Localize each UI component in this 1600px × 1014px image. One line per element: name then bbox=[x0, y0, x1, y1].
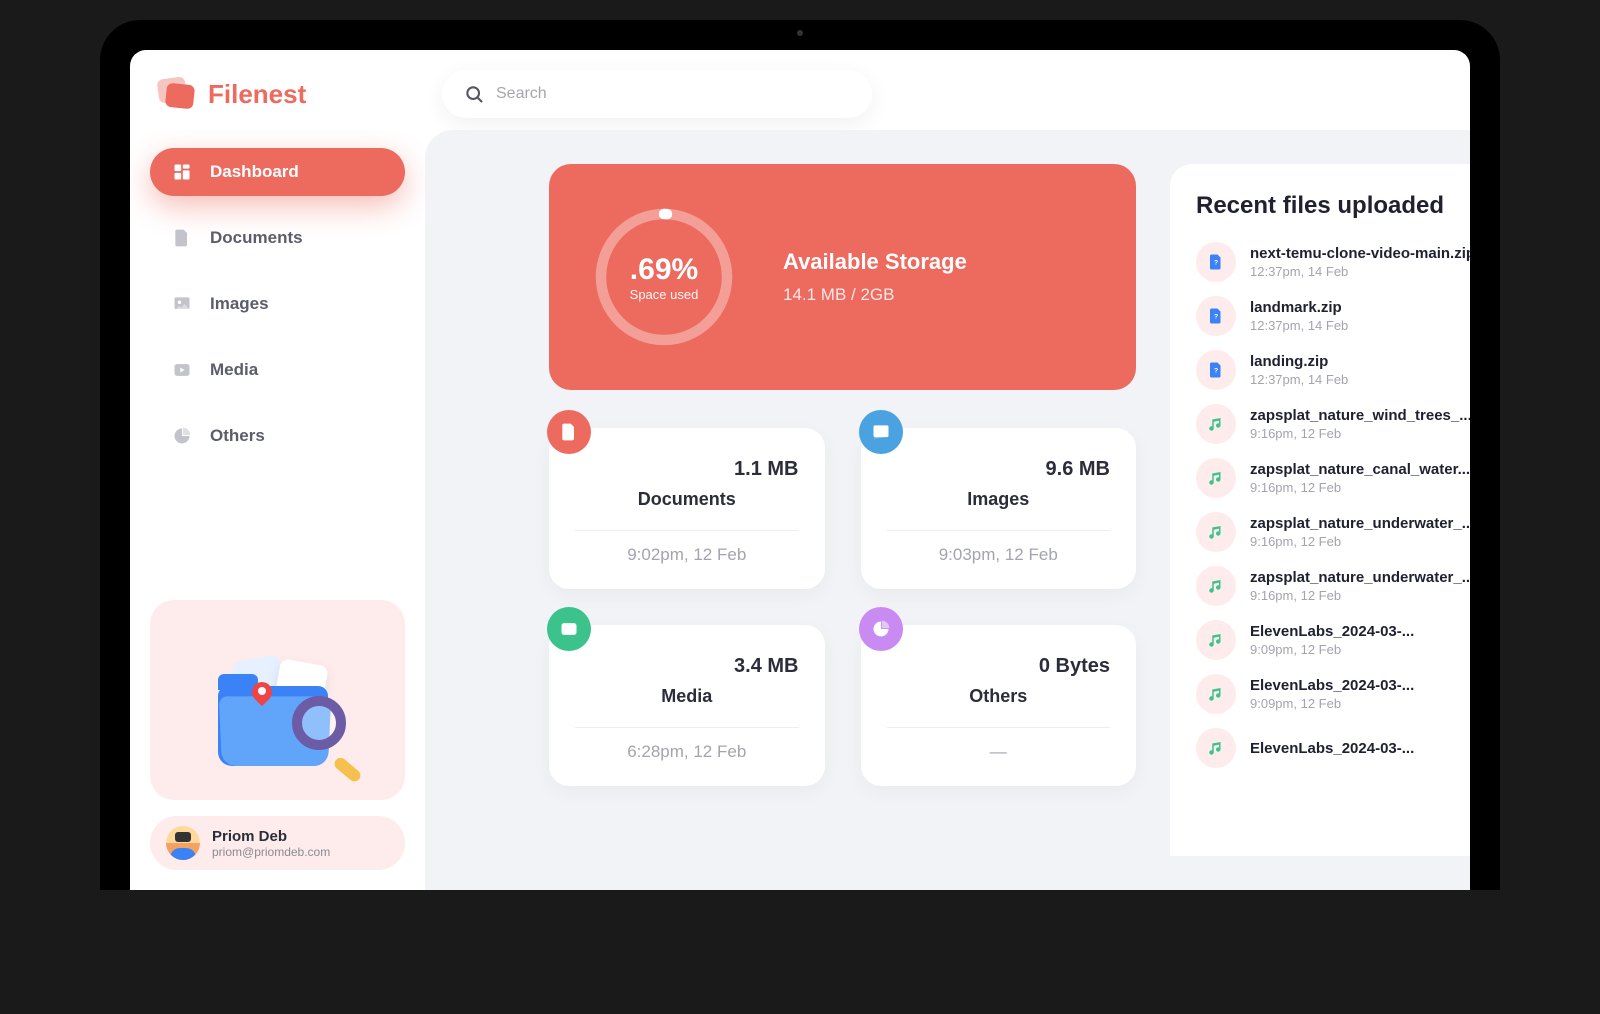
recent-panel: Recent files uploaded ? next-temu-clone-v… bbox=[1170, 164, 1470, 856]
recent-file-name: zapsplat_nature_wind_trees_... bbox=[1250, 407, 1470, 424]
recent-file-time: 9:16pm, 12 Feb bbox=[1250, 480, 1470, 495]
recent-item[interactable]: ElevenLabs_2024-03-... bbox=[1196, 728, 1470, 768]
svg-text:?: ? bbox=[1214, 367, 1218, 374]
recent-file-time: 9:16pm, 12 Feb bbox=[1250, 426, 1470, 441]
svg-text:?: ? bbox=[1214, 313, 1218, 320]
audio-icon bbox=[1196, 674, 1236, 714]
recent-item[interactable]: ElevenLabs_2024-03-... 9:09pm, 12 Feb bbox=[1196, 620, 1470, 660]
others-icon bbox=[172, 426, 192, 446]
user-card[interactable]: Priom Deb priom@priomdeb.com bbox=[150, 816, 405, 870]
recent-item[interactable]: ? landing.zip 12:37pm, 14 Feb bbox=[1196, 350, 1470, 390]
recent-item[interactable]: ? next-temu-clone-video-main.zip 12:37pm, … bbox=[1196, 242, 1470, 282]
sidebar-item-others[interactable]: Others bbox=[150, 412, 405, 460]
sidebar-item-label: Documents bbox=[210, 228, 303, 248]
storage-title: Available Storage bbox=[783, 249, 967, 275]
audio-icon bbox=[1196, 512, 1236, 552]
recent-file-name: zapsplat_nature_canal_water... bbox=[1250, 461, 1470, 478]
sidebar-item-label: Others bbox=[210, 426, 265, 446]
avatar bbox=[166, 826, 200, 860]
recent-item[interactable]: zapsplat_nature_underwater_... 9:16pm, 12… bbox=[1196, 512, 1470, 552]
recent-file-time: 9:09pm, 12 Feb bbox=[1250, 696, 1470, 711]
sidebar-item-media[interactable]: Media bbox=[150, 346, 405, 394]
others-icon bbox=[859, 607, 903, 651]
file-icon: ? bbox=[1196, 296, 1236, 336]
storage-gauge: .69% Space used bbox=[589, 202, 739, 352]
recent-item[interactable]: zapsplat_nature_underwater_... 9:16pm, 12… bbox=[1196, 566, 1470, 606]
category-name: Others bbox=[887, 686, 1111, 707]
media-icon bbox=[172, 360, 192, 380]
sidebar-item-label: Media bbox=[210, 360, 258, 380]
audio-icon bbox=[1196, 620, 1236, 660]
category-size: 1.1 MB bbox=[575, 458, 799, 481]
sidebar-item-label: Dashboard bbox=[210, 162, 299, 182]
category-size: 9.6 MB bbox=[887, 458, 1111, 481]
category-time: 9:03pm, 12 Feb bbox=[887, 545, 1111, 565]
recent-file-time: 9:09pm, 12 Feb bbox=[1250, 642, 1470, 657]
file-icon: ? bbox=[1196, 350, 1236, 390]
svg-text:?: ? bbox=[1214, 259, 1218, 266]
storage-percent-label: Space used bbox=[630, 287, 699, 302]
category-time: 6:28pm, 12 Feb bbox=[575, 742, 799, 762]
sidebar-item-documents[interactable]: Documents bbox=[150, 214, 405, 262]
media-icon bbox=[547, 607, 591, 651]
storage-subtitle: 14.1 MB / 2GB bbox=[783, 285, 967, 305]
recent-file-name: ElevenLabs_2024-03-... bbox=[1250, 623, 1470, 640]
recent-file-name: zapsplat_nature_underwater_... bbox=[1250, 515, 1470, 532]
category-name: Images bbox=[887, 489, 1111, 510]
images-icon bbox=[172, 294, 192, 314]
category-card-documents[interactable]: 1.1 MB Documents 9:02pm, 12 Feb bbox=[549, 428, 825, 589]
recent-file-name: ElevenLabs_2024-03-... bbox=[1250, 740, 1470, 757]
logo-icon bbox=[154, 72, 198, 116]
user-name: Priom Deb bbox=[212, 828, 330, 845]
app-name: Filenest bbox=[208, 79, 306, 110]
recent-file-time: 12:37pm, 14 Feb bbox=[1250, 264, 1470, 279]
category-name: Documents bbox=[575, 489, 799, 510]
category-card-others[interactable]: 0 Bytes Others — bbox=[861, 625, 1137, 786]
recent-file-name: landmark.zip bbox=[1250, 299, 1470, 316]
recent-file-name: zapsplat_nature_underwater_... bbox=[1250, 569, 1470, 586]
documents-icon bbox=[547, 410, 591, 454]
search-box[interactable] bbox=[442, 70, 872, 118]
recent-file-name: landing.zip bbox=[1250, 353, 1470, 370]
recent-item[interactable]: zapsplat_nature_wind_trees_... 9:16pm, 12… bbox=[1196, 404, 1470, 444]
audio-icon bbox=[1196, 728, 1236, 768]
top-bar: Filenest bbox=[130, 50, 1470, 130]
recent-item[interactable]: ElevenLabs_2024-03-... 9:09pm, 12 Feb bbox=[1196, 674, 1470, 714]
recent-file-time: 9:16pm, 12 Feb bbox=[1250, 534, 1470, 549]
sidebar-illustration bbox=[150, 600, 405, 800]
user-email: priom@priomdeb.com bbox=[212, 845, 330, 859]
documents-icon bbox=[172, 228, 192, 248]
storage-card: .69% Space used Available Storage 14.1 M… bbox=[549, 164, 1136, 390]
category-size: 3.4 MB bbox=[575, 655, 799, 678]
audio-icon bbox=[1196, 404, 1236, 444]
category-time: — bbox=[887, 742, 1111, 762]
recent-file-time: 12:37pm, 14 Feb bbox=[1250, 372, 1470, 387]
sidebar-item-images[interactable]: Images bbox=[150, 280, 405, 328]
recent-file-time: 9:16pm, 12 Feb bbox=[1250, 588, 1470, 603]
category-size: 0 Bytes bbox=[887, 655, 1111, 678]
recent-file-name: next-temu-clone-video-main.zip bbox=[1250, 245, 1470, 262]
sidebar-item-dashboard[interactable]: Dashboard bbox=[150, 148, 405, 196]
recent-item[interactable]: zapsplat_nature_canal_water... 9:16pm, 12… bbox=[1196, 458, 1470, 498]
sidebar-item-label: Images bbox=[210, 294, 269, 314]
category-time: 9:02pm, 12 Feb bbox=[575, 545, 799, 565]
search-icon bbox=[464, 84, 484, 104]
audio-icon bbox=[1196, 458, 1236, 498]
category-name: Media bbox=[575, 686, 799, 707]
dashboard-icon bbox=[172, 162, 192, 182]
recent-file-name: ElevenLabs_2024-03-... bbox=[1250, 677, 1470, 694]
category-card-media[interactable]: 3.4 MB Media 6:28pm, 12 Feb bbox=[549, 625, 825, 786]
recent-item[interactable]: ? landmark.zip 12:37pm, 14 Feb bbox=[1196, 296, 1470, 336]
sidebar: Dashboard Documents Images Media Others Prio… bbox=[130, 130, 425, 890]
logo[interactable]: Filenest bbox=[154, 72, 414, 116]
images-icon bbox=[859, 410, 903, 454]
audio-icon bbox=[1196, 566, 1236, 606]
category-card-images[interactable]: 9.6 MB Images 9:03pm, 12 Feb bbox=[861, 428, 1137, 589]
search-input[interactable] bbox=[496, 85, 850, 103]
recent-title: Recent files uploaded bbox=[1196, 192, 1470, 220]
recent-file-time: 12:37pm, 14 Feb bbox=[1250, 318, 1470, 333]
file-icon: ? bbox=[1196, 242, 1236, 282]
